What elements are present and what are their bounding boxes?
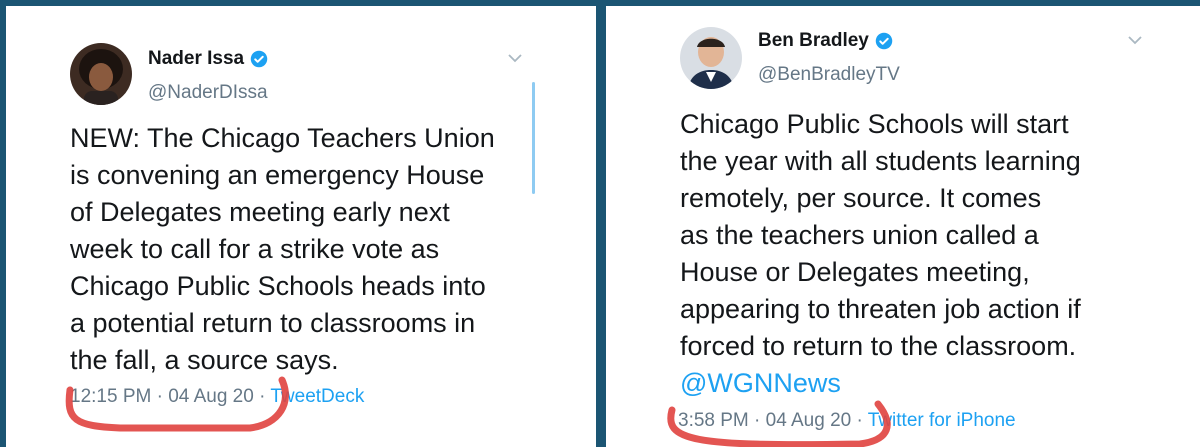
tweet-card-nader-issa: Nader Issa @NaderDIssa NEW: The Chicago … xyxy=(6,6,596,447)
tweet-meta: 3:58 PM · 04 Aug 20 · Twitter for iPhone xyxy=(678,410,1016,432)
tweet-card-ben-bradley: Ben Bradley @BenBradleyTV Chicago Public… xyxy=(606,6,1200,447)
avatar-nader-issa[interactable] xyxy=(70,43,132,105)
author-handle[interactable]: @NaderDIssa xyxy=(148,82,268,104)
author-handle[interactable]: @BenBradleyTV xyxy=(758,64,900,86)
scrollbar[interactable] xyxy=(532,82,535,194)
verified-badge-icon xyxy=(250,50,268,68)
chevron-down-icon[interactable] xyxy=(1128,36,1142,45)
tweet-source-link[interactable]: TweetDeck xyxy=(270,386,364,407)
verified-badge-icon xyxy=(875,32,893,50)
tweet-text: Chicago Public Schools will start the ye… xyxy=(680,109,1081,361)
tweet-source-link[interactable]: Twitter for iPhone xyxy=(868,410,1016,431)
mention-link[interactable]: @WGNNews xyxy=(680,368,841,399)
chevron-down-icon[interactable] xyxy=(508,54,522,63)
tweet-timestamp[interactable]: 12:15 PM · 04 Aug 20 · xyxy=(70,386,265,407)
avatar-ben-bradley[interactable] xyxy=(680,27,742,89)
author-name[interactable]: Ben Bradley xyxy=(758,30,869,52)
tweet-meta: 12:15 PM · 04 Aug 20 · TweetDeck xyxy=(70,386,364,408)
tweet-timestamp[interactable]: 3:58 PM · 04 Aug 20 · xyxy=(678,410,863,431)
author-name[interactable]: Nader Issa xyxy=(148,48,244,70)
tweet-text: NEW: The Chicago Teachers Union is conve… xyxy=(70,123,495,375)
